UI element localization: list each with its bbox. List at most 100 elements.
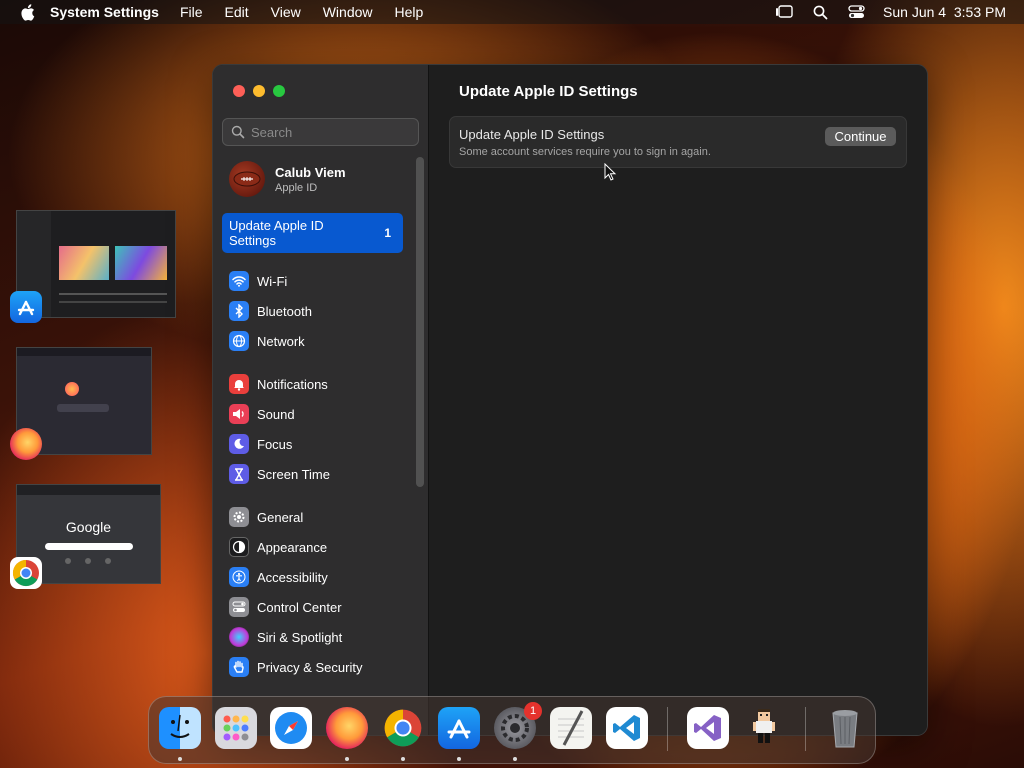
- menu-view[interactable]: View: [271, 4, 301, 20]
- sidebar-item-label: Sound: [257, 406, 295, 422]
- continue-button[interactable]: Continue: [825, 127, 896, 146]
- sidebar-item-label: Focus: [257, 436, 293, 452]
- sidebar-item-privacy-security[interactable]: Privacy & Security: [229, 656, 362, 678]
- window-controls: [233, 85, 285, 97]
- sidebar-item-network[interactable]: Network: [229, 330, 305, 352]
- content-pane: Update Apple ID Settings Update Apple ID…: [429, 65, 927, 735]
- notification-count-badge: 1: [384, 226, 391, 240]
- bell-icon: [229, 374, 249, 394]
- running-indicator: [513, 757, 517, 761]
- sidebar-item-label: Siri & Spotlight: [257, 629, 343, 645]
- sidebar-scrollbar[interactable]: [416, 157, 424, 487]
- wifi-icon: [229, 271, 249, 291]
- sidebar-item-bluetooth[interactable]: Bluetooth: [229, 300, 312, 322]
- zoom-button[interactable]: [273, 85, 285, 97]
- textedit-icon[interactable]: [550, 707, 592, 749]
- sidebar-item-wifi[interactable]: Wi-Fi: [229, 270, 287, 292]
- appearance-icon: [229, 537, 249, 557]
- safari-icon[interactable]: [270, 707, 312, 749]
- sidebar-item-screen-time[interactable]: Screen Time: [229, 463, 330, 485]
- sidebar-item-appearance[interactable]: Appearance: [229, 536, 327, 558]
- app-store-icon[interactable]: [10, 291, 42, 323]
- page-title: Update Apple ID Settings: [459, 83, 638, 100]
- apple-id-profile[interactable]: Calub Viem Apple ID: [229, 161, 346, 197]
- vscode-icon[interactable]: [606, 707, 648, 749]
- sidebar-item-notifications[interactable]: Notifications: [229, 373, 328, 395]
- running-indicator: [401, 757, 405, 761]
- running-indicator: [457, 757, 461, 761]
- firefox-icon[interactable]: [10, 428, 42, 460]
- update-apple-id-card: Update Apple ID Settings Some account se…: [449, 116, 907, 168]
- system-settings-dock-icon[interactable]: 1: [494, 702, 542, 749]
- menu-file[interactable]: File: [180, 4, 203, 20]
- system-settings-window: Calub Viem Apple ID Update Apple ID Sett…: [212, 64, 928, 736]
- chrome-dock-icon[interactable]: [382, 707, 424, 749]
- profile-name: Calub Viem: [275, 164, 346, 180]
- globe-icon: [229, 331, 249, 351]
- chrome-icon[interactable]: [10, 557, 42, 589]
- sidebar-item-siri-spotlight[interactable]: Siri & Spotlight: [229, 626, 342, 648]
- sidebar-item-label: General: [257, 509, 304, 525]
- card-title: Update Apple ID Settings: [459, 127, 605, 142]
- sidebar: Calub Viem Apple ID Update Apple ID Sett…: [213, 65, 429, 735]
- menu-bar-clock[interactable]: Sun Jun 4 3:53 PM: [883, 4, 1006, 20]
- dock-separator: [805, 707, 806, 751]
- app-store-dock-icon[interactable]: [438, 707, 480, 749]
- speaker-icon: [229, 404, 249, 424]
- notification-badge: 1: [524, 702, 542, 720]
- sidebar-item-control-center[interactable]: Control Center: [229, 596, 342, 618]
- sidebar-item-accessibility[interactable]: Accessibility: [229, 566, 328, 588]
- sidebar-item-label: Wi-Fi: [257, 273, 288, 289]
- menu-app-name[interactable]: System Settings: [50, 4, 159, 20]
- hand-icon: [229, 657, 249, 677]
- stage-manager-icon[interactable]: [775, 4, 793, 20]
- firefox-dock-icon[interactable]: [326, 707, 368, 749]
- sidebar-item-label: Control Center: [257, 599, 342, 615]
- sidebar-item-focus[interactable]: Focus: [229, 433, 292, 455]
- visual-studio-icon[interactable]: [687, 707, 729, 749]
- trash-icon[interactable]: [824, 707, 866, 749]
- mouse-cursor-icon: [604, 163, 617, 181]
- finder-icon[interactable]: [159, 707, 201, 749]
- menu-window[interactable]: Window: [323, 4, 373, 20]
- sidebar-item-label: Network: [257, 333, 305, 349]
- menu-help[interactable]: Help: [395, 4, 424, 20]
- avatar: [229, 161, 265, 197]
- sidebar-item-label: Screen Time: [257, 466, 330, 482]
- moon-icon: [229, 434, 249, 454]
- running-indicator: [178, 757, 182, 761]
- control-center-icon[interactable]: [847, 4, 865, 20]
- sidebar-item-label: Bluetooth: [257, 303, 312, 319]
- search-icon: [231, 125, 245, 139]
- sidebar-item-label: Appearance: [257, 539, 328, 555]
- apple-menu-icon[interactable]: [18, 3, 36, 21]
- running-indicator: [345, 757, 349, 761]
- sidebar-item-general[interactable]: General: [229, 506, 303, 528]
- launchpad-icon[interactable]: [215, 707, 257, 749]
- sidebar-item-label: Update Apple ID Settings: [229, 218, 324, 248]
- sidebar-item-label: Accessibility: [257, 569, 328, 585]
- card-subtitle: Some account services require you to sig…: [459, 146, 711, 158]
- character-app-icon[interactable]: [743, 707, 785, 749]
- toggles-icon: [229, 597, 249, 617]
- search-input[interactable]: [251, 124, 411, 140]
- siri-icon: [229, 627, 249, 647]
- menu-bar: System Settings File Edit View Window He…: [0, 0, 1024, 24]
- football-icon: [233, 171, 261, 187]
- close-button[interactable]: [233, 85, 245, 97]
- menu-edit[interactable]: Edit: [225, 4, 249, 20]
- gear-icon: [229, 507, 249, 527]
- sidebar-item-label: Privacy & Security: [257, 659, 363, 675]
- accessibility-icon: [229, 567, 249, 587]
- sidebar-item-label: Notifications: [257, 376, 328, 392]
- hourglass-icon: [229, 464, 249, 484]
- dock: 1: [148, 696, 876, 764]
- sidebar-item-sound[interactable]: Sound: [229, 403, 295, 425]
- bluetooth-icon: [229, 301, 249, 321]
- google-logo-text: Google: [65, 519, 112, 535]
- search-field[interactable]: [222, 118, 419, 146]
- spotlight-search-icon[interactable]: [811, 4, 829, 20]
- profile-subtitle: Apple ID: [275, 181, 318, 194]
- sidebar-item-update-apple-id[interactable]: Update Apple ID Settings 1: [222, 213, 403, 253]
- minimize-button[interactable]: [253, 85, 265, 97]
